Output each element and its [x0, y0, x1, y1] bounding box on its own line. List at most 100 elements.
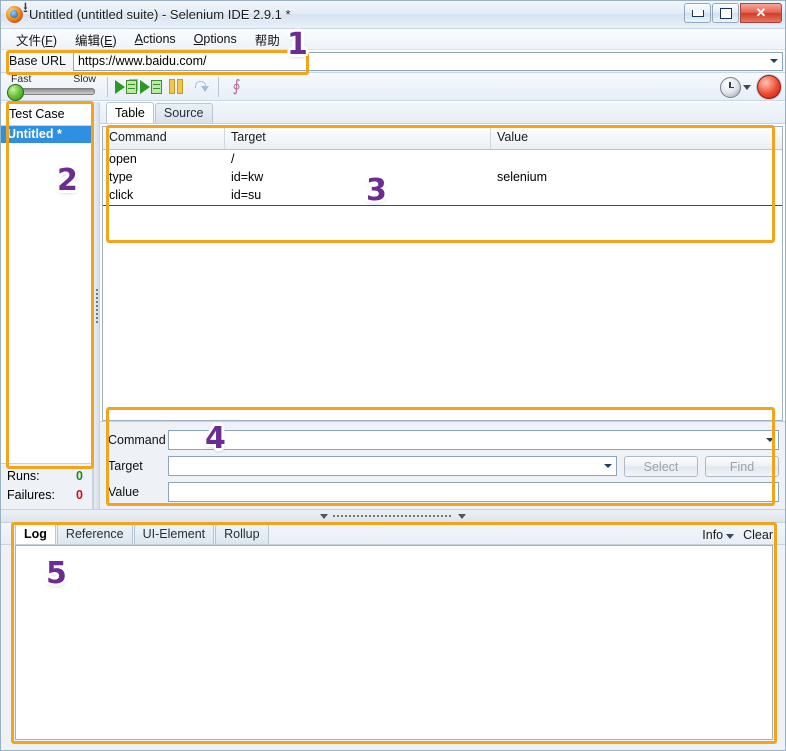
log-panel: Log Reference UI-Element Rollup Info Cle…: [1, 523, 785, 750]
tab-log[interactable]: Log: [15, 523, 56, 544]
chevron-down-icon[interactable]: [762, 432, 778, 449]
collapse-up-icon[interactable]: [320, 513, 328, 519]
play-test-button[interactable]: [138, 76, 163, 98]
table-row[interactable]: open /: [103, 150, 782, 168]
log-actions: Info Clear: [702, 528, 773, 542]
minimize-button[interactable]: [684, 3, 711, 23]
select-button[interactable]: Select: [624, 455, 698, 477]
menu-item-help[interactable]: 帮助: [246, 28, 289, 51]
toolbar: Fast Slow ∮: [1, 73, 785, 101]
editor-tabs: Table Source: [100, 102, 785, 124]
splitter-grip: [333, 515, 453, 517]
base-url-input[interactable]: https://www.baidu.com/: [74, 54, 766, 68]
test-case-header: Test Case: [1, 102, 93, 126]
target-label: Target: [108, 459, 143, 473]
value-field[interactable]: [168, 482, 779, 502]
close-icon: ✕: [755, 5, 767, 20]
step-button[interactable]: [188, 76, 213, 98]
title-bar: ⭳ Untitled (untitled suite) - Selenium I…: [1, 0, 785, 29]
test-case-list[interactable]: Untitled *: [1, 126, 93, 463]
column-header-value[interactable]: Value: [491, 127, 782, 149]
cursor-icon: ⭳: [23, 0, 28, 15]
speed-slow-label: Slow: [73, 72, 96, 85]
step-icon: [194, 80, 209, 93]
rollup-icon: ∮: [232, 78, 241, 95]
toolbar-separator-2: [218, 76, 219, 97]
target-row: Target Select Find: [108, 454, 779, 478]
pause-button[interactable]: [163, 76, 188, 98]
close-button[interactable]: ✕: [740, 3, 782, 23]
cell-command: type: [109, 170, 133, 184]
tab-source[interactable]: Source: [154, 103, 213, 123]
menu-item-actions[interactable]: Actions: [126, 30, 185, 48]
firefox-icon: [6, 6, 23, 23]
insertion-line: [103, 205, 782, 206]
value-row: Value: [108, 480, 779, 504]
main-area: Test Case Untitled * Runs: 0 Failures: 0: [1, 102, 785, 750]
failures-value: 0: [76, 488, 83, 502]
log-info-menu[interactable]: Info: [702, 528, 735, 542]
clock-icon[interactable]: [720, 76, 741, 98]
test-case-item-untitled[interactable]: Untitled *: [1, 126, 92, 143]
horizontal-splitter[interactable]: [1, 509, 785, 523]
tab-ui-element[interactable]: UI-Element: [133, 524, 215, 544]
runs-row: Runs: 0: [7, 467, 87, 486]
target-combo[interactable]: [168, 456, 617, 476]
cell-target: id=su: [231, 188, 262, 202]
command-table-body: open / type id=kw selenium click id=su: [103, 150, 782, 420]
failures-label: Failures:: [7, 488, 55, 502]
base-url-row: Base URL https://www.baidu.com/: [1, 50, 785, 73]
command-editor: Command Target Select Find Value: [100, 421, 785, 509]
chevron-down-icon[interactable]: [600, 458, 616, 475]
command-label: Command: [108, 433, 166, 447]
suite-doc-icon: [125, 79, 137, 94]
collapse-down-icon[interactable]: [458, 513, 466, 519]
chevron-down-icon[interactable]: [743, 84, 751, 90]
run-stats: Runs: 0 Failures: 0: [1, 463, 93, 509]
play-suite-button[interactable]: [113, 76, 138, 98]
table-row[interactable]: type id=kw selenium: [103, 168, 782, 186]
runs-label: Runs:: [7, 469, 40, 483]
menu-item-file[interactable]: 文件(F): [7, 28, 66, 51]
window-controls: ✕: [683, 3, 782, 23]
command-table: Command Target Value open / type id=kw s…: [102, 126, 783, 421]
window-title: Untitled (untitled suite) - Selenium IDE…: [29, 7, 291, 22]
speed-knob[interactable]: [7, 83, 24, 101]
selenium-ide-window: ⭳ Untitled (untitled suite) - Selenium I…: [0, 0, 786, 751]
tab-table[interactable]: Table: [106, 102, 154, 123]
editor-panel: Table Source Command Target Value open /: [100, 102, 785, 509]
base-url-label: Base URL: [9, 54, 66, 68]
cell-value: [491, 150, 782, 168]
test-doc-icon: [150, 79, 162, 94]
column-header-target[interactable]: Target: [225, 127, 491, 149]
table-row[interactable]: click id=su: [103, 186, 782, 204]
value-label: Value: [108, 485, 140, 499]
play-test-icon: [139, 79, 150, 94]
base-url-combo[interactable]: https://www.baidu.com/: [72, 51, 783, 71]
cell-target: /: [231, 152, 235, 166]
tab-rollup[interactable]: Rollup: [215, 524, 269, 544]
log-clear-button[interactable]: Clear: [743, 528, 773, 542]
command-table-header: Command Target Value: [103, 127, 782, 150]
chevron-down-icon[interactable]: [766, 53, 782, 70]
log-output[interactable]: [15, 545, 773, 740]
menu-item-edit[interactable]: 编辑(E): [66, 28, 126, 51]
runs-value: 0: [76, 469, 83, 483]
menu-item-options[interactable]: Options: [185, 30, 246, 48]
toolbar-right-group: [720, 75, 781, 99]
vertical-splitter[interactable]: [93, 102, 100, 509]
cell-command: click: [109, 188, 134, 202]
cell-value: [491, 186, 782, 204]
speed-slider[interactable]: Fast Slow: [5, 73, 102, 101]
speed-labels: Fast Slow: [5, 73, 102, 85]
tab-reference[interactable]: Reference: [56, 524, 133, 544]
find-button[interactable]: Find: [705, 455, 779, 477]
menu-bar: 文件(F) 编辑(E) Actions Options 帮助: [1, 29, 785, 50]
column-header-command[interactable]: Command: [103, 127, 225, 149]
failures-row: Failures: 0: [7, 486, 87, 505]
maximize-button[interactable]: [712, 3, 739, 23]
record-icon[interactable]: [757, 75, 781, 99]
command-combo[interactable]: [168, 430, 779, 450]
speed-fast-label: Fast: [11, 72, 32, 85]
rollup-button[interactable]: ∮: [224, 76, 249, 98]
